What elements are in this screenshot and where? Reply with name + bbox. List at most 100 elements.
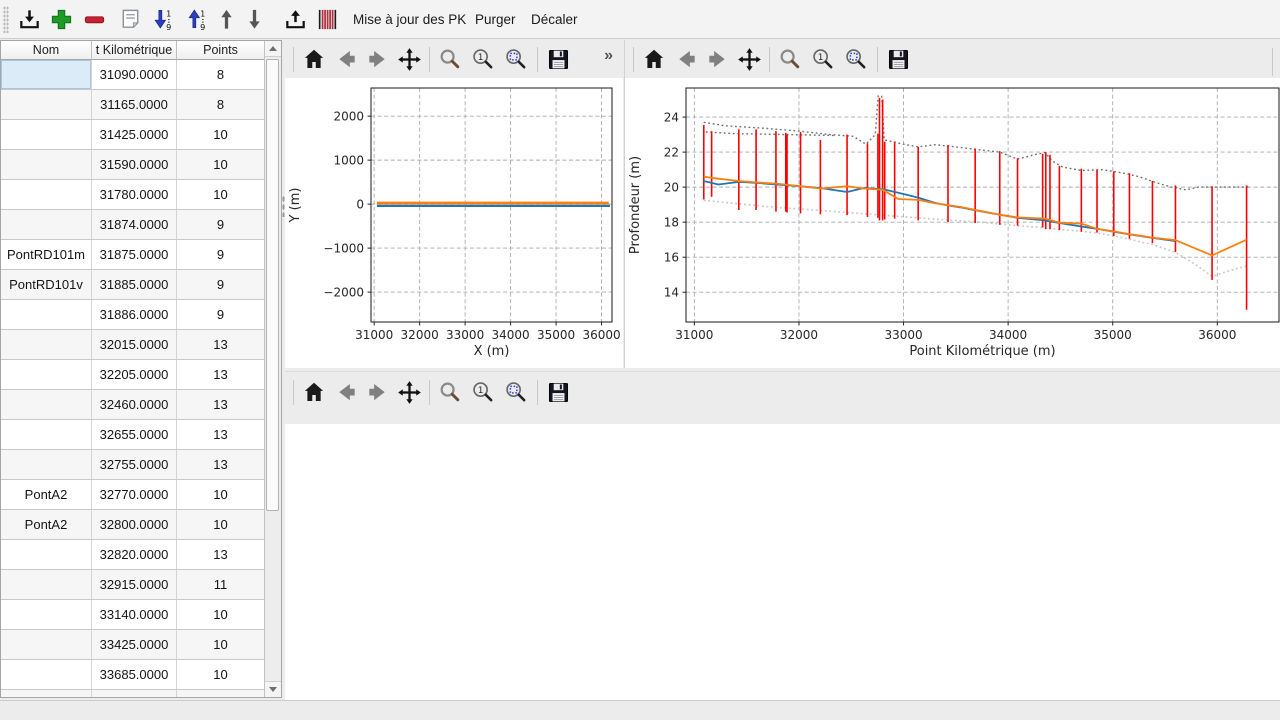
table-cell-points[interactable]: 8 (177, 90, 265, 120)
table-cell-nom[interactable] (1, 90, 92, 120)
save-button[interactable] (543, 44, 573, 74)
table-cell-nom[interactable] (1, 300, 92, 330)
table-cell-nom[interactable] (1, 390, 92, 420)
table-cell-points[interactable]: 13 (177, 390, 265, 420)
zoom-button[interactable] (775, 44, 805, 74)
add-row-button[interactable] (45, 4, 77, 35)
table-cell-points[interactable]: 13 (177, 450, 265, 480)
table-cell-points[interactable]: 13 (177, 420, 265, 450)
table-cell[interactable] (92, 690, 177, 697)
table-cell-points[interactable]: 10 (177, 120, 265, 150)
table-cell-pk[interactable]: 32655.0000 (92, 420, 177, 450)
forward-button[interactable] (702, 44, 732, 74)
table-cell-nom[interactable]: PontRD101v (1, 270, 92, 300)
zoom-fit-button[interactable] (501, 44, 531, 74)
bottom-plot-canvas[interactable] (285, 424, 1280, 700)
table-cell-points[interactable]: 10 (177, 630, 265, 660)
table-cell-points[interactable]: 13 (177, 330, 265, 360)
profiles-button[interactable] (311, 4, 343, 35)
table-cell[interactable] (177, 690, 265, 697)
table-cell-pk[interactable]: 31875.0000 (92, 240, 177, 270)
zoom-button[interactable] (435, 377, 465, 407)
table-cell-nom[interactable] (1, 600, 92, 630)
table-cell-nom[interactable] (1, 210, 92, 240)
home-button[interactable] (639, 44, 669, 74)
column-header-nom[interactable]: Nom (1, 41, 92, 60)
export-button[interactable] (279, 4, 311, 35)
home-button[interactable] (299, 377, 329, 407)
table-cell-pk[interactable]: 31780.0000 (92, 180, 177, 210)
forward-button[interactable] (362, 377, 392, 407)
scrollbar-thumb[interactable] (266, 59, 279, 511)
table-cell-pk[interactable]: 32460.0000 (92, 390, 177, 420)
table-cell-points[interactable]: 13 (177, 360, 265, 390)
zoom-fit-button[interactable] (841, 44, 871, 74)
table-cell-points[interactable]: 9 (177, 270, 265, 300)
toolbar-overflow-chevron[interactable]: » (604, 47, 613, 65)
table-cell-nom[interactable] (1, 180, 92, 210)
table-cell-pk[interactable]: 31885.0000 (92, 270, 177, 300)
profile-plot-canvas[interactable]: 3100032000330003400035000360001416182022… (625, 78, 1280, 368)
remove-row-button[interactable] (78, 4, 110, 35)
table-cell-pk[interactable]: 31886.0000 (92, 300, 177, 330)
table-cell-pk[interactable]: 31425.0000 (92, 120, 177, 150)
table-cell-nom[interactable] (1, 60, 92, 90)
zoom-one-button[interactable] (468, 44, 498, 74)
table-cell-nom[interactable] (1, 660, 92, 690)
move-down-button[interactable] (238, 4, 270, 35)
table-cell-nom[interactable]: PontA2 (1, 480, 92, 510)
table-cell-points[interactable]: 9 (177, 300, 265, 330)
table-cell-nom[interactable] (1, 540, 92, 570)
table-cell-points[interactable]: 9 (177, 240, 265, 270)
table-cell-pk[interactable]: 32015.0000 (92, 330, 177, 360)
table-cell-nom[interactable]: PontA2 (1, 510, 92, 540)
table-cell[interactable] (1, 690, 92, 697)
table-cell-pk[interactable]: 32915.0000 (92, 570, 177, 600)
table-cell-nom[interactable]: PontRD101m (1, 240, 92, 270)
table-cell-nom[interactable] (1, 120, 92, 150)
pan-button[interactable] (394, 44, 424, 74)
import-button[interactable] (13, 4, 45, 35)
zoom-one-button[interactable] (808, 44, 838, 74)
table-cell-pk[interactable]: 33425.0000 (92, 630, 177, 660)
pan-button[interactable] (734, 44, 764, 74)
plan-plot-canvas[interactable]: 310003200033000340003500036000−2000−1000… (285, 78, 623, 368)
table-cell-pk[interactable]: 31165.0000 (92, 90, 177, 120)
table-cell-nom[interactable] (1, 450, 92, 480)
table-cell-pk[interactable]: 32770.0000 (92, 480, 177, 510)
table-cell-nom[interactable] (1, 420, 92, 450)
zoom-one-button[interactable] (468, 377, 498, 407)
save-button[interactable] (543, 377, 573, 407)
table-cell-nom[interactable] (1, 360, 92, 390)
table-cell-points[interactable]: 10 (177, 150, 265, 180)
table-cell-nom[interactable] (1, 570, 92, 600)
scroll-down-button[interactable] (265, 681, 281, 697)
table-cell-points[interactable]: 8 (177, 60, 265, 90)
table-scrollbar[interactable] (264, 41, 281, 697)
pan-button[interactable] (394, 377, 424, 407)
table-cell-points[interactable]: 10 (177, 600, 265, 630)
zoom-fit-button[interactable] (501, 377, 531, 407)
save-button[interactable] (883, 44, 913, 74)
table-cell-points[interactable]: 9 (177, 210, 265, 240)
shift-button[interactable]: Décaler (524, 0, 585, 38)
table-cell-pk[interactable]: 31874.0000 (92, 210, 177, 240)
sort-descending-button[interactable]: 1 9 (147, 4, 179, 35)
back-button[interactable] (331, 377, 361, 407)
column-header-points[interactable]: Points (177, 41, 265, 60)
table-cell-points[interactable]: 10 (177, 660, 265, 690)
sort-ascending-button[interactable]: 1 9 (181, 4, 213, 35)
notes-button[interactable] (114, 4, 146, 35)
table-cell-nom[interactable] (1, 630, 92, 660)
table-cell-points[interactable]: 10 (177, 510, 265, 540)
horizontal-pane-divider[interactable] (285, 371, 1280, 372)
column-header-point-kilometrique[interactable]: t Kilométrique (92, 41, 177, 60)
back-button[interactable] (671, 44, 701, 74)
table-cell-pk[interactable]: 32820.0000 (92, 540, 177, 570)
table-cell-pk[interactable]: 32800.0000 (92, 510, 177, 540)
update-pk-button[interactable]: Mise à jour des PK (346, 0, 473, 38)
toolbar-drag-handle[interactable] (3, 6, 9, 33)
table-cell-pk[interactable]: 33685.0000 (92, 660, 177, 690)
table-cell-pk[interactable]: 32205.0000 (92, 360, 177, 390)
table-cell-nom[interactable] (1, 150, 92, 180)
